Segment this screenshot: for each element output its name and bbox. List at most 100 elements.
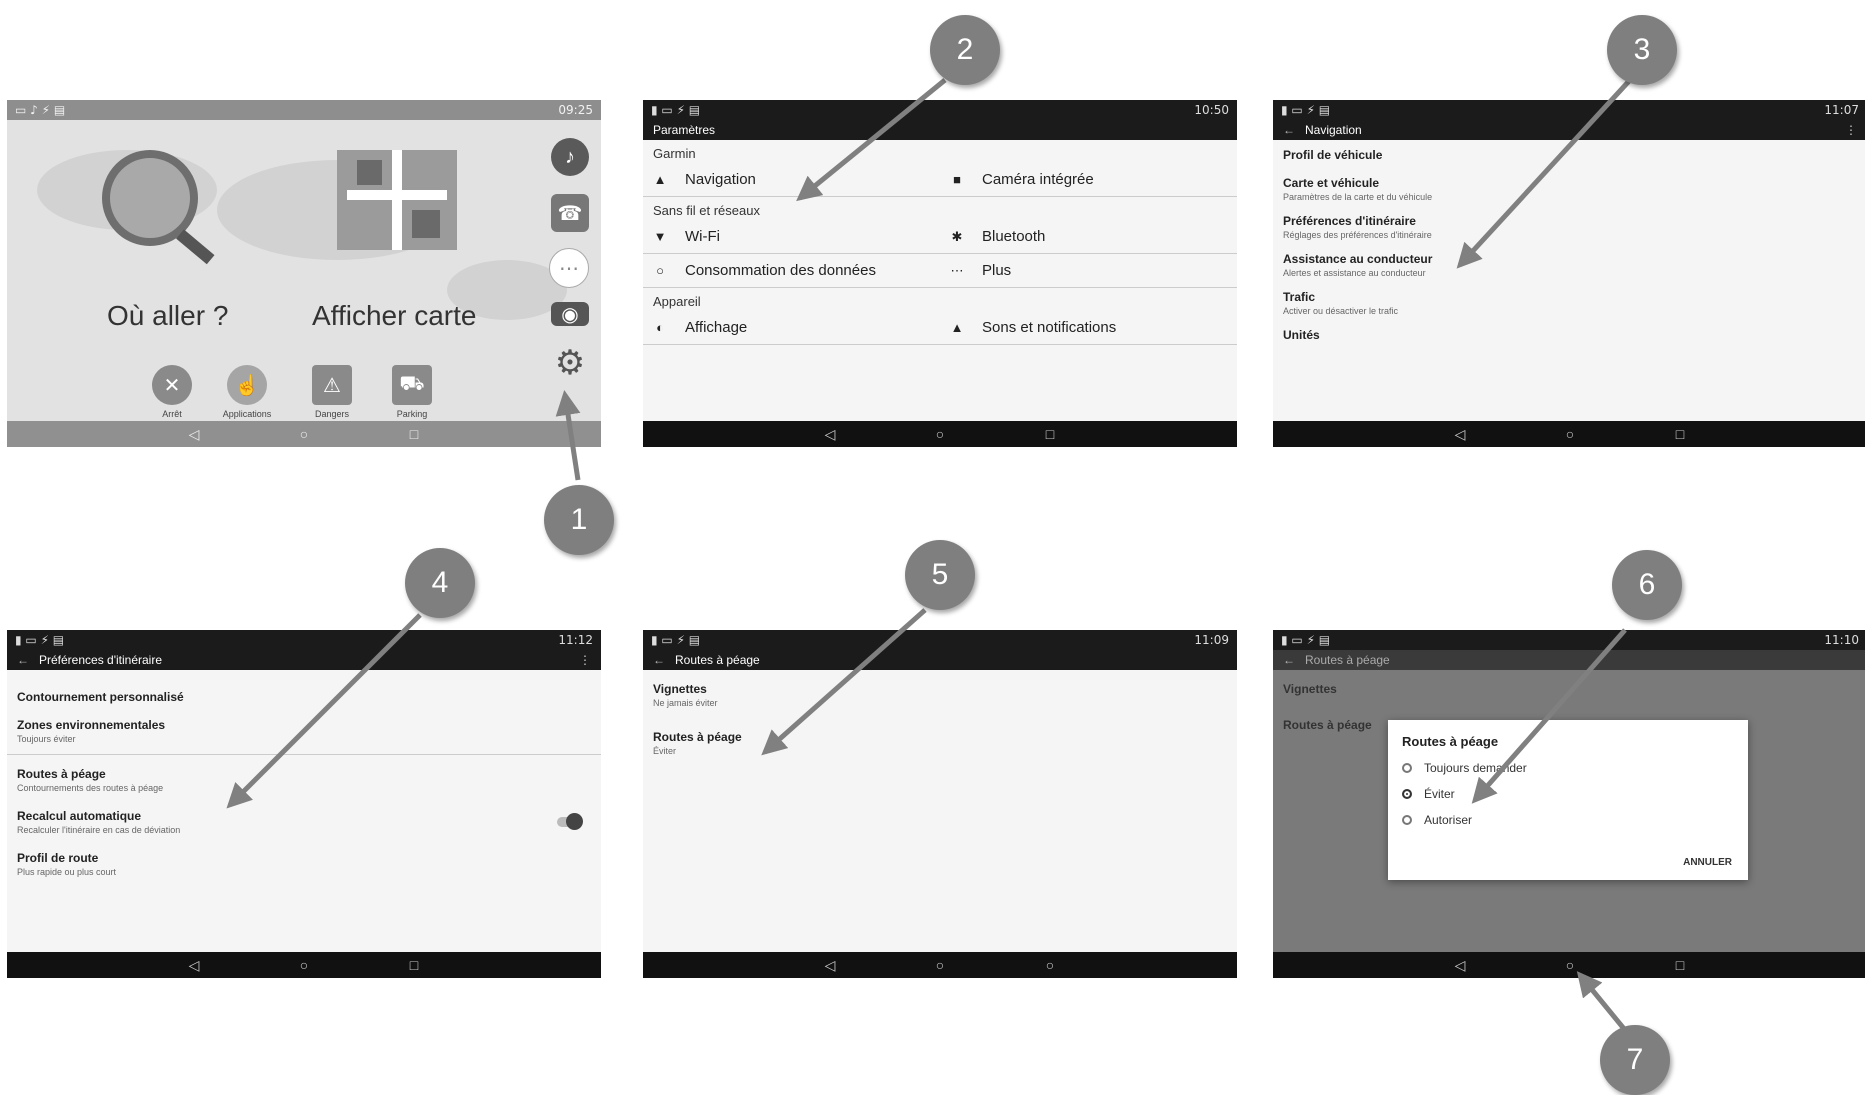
settings-item-bluetooth[interactable]: ✱ Bluetooth bbox=[940, 220, 1237, 253]
page-title: Routes à péage bbox=[1305, 653, 1390, 667]
phone-icon[interactable]: ☎ bbox=[551, 194, 589, 232]
settings-item-navigation[interactable]: ▲ Navigation bbox=[643, 163, 940, 196]
pref-item-toll-roads[interactable]: Routes à péage Contournements des routes … bbox=[7, 755, 601, 797]
notification-icons: ▮ ▭ ⚡ ▤ bbox=[1281, 103, 1331, 117]
settings-item-sounds[interactable]: ▲ Sons et notifications bbox=[940, 311, 1237, 344]
recent-apps-icon[interactable]: □ bbox=[404, 957, 424, 973]
recent-apps-icon[interactable]: □ bbox=[1670, 426, 1690, 442]
section-device: Appareil bbox=[653, 294, 701, 309]
home-icon[interactable]: ○ bbox=[1560, 957, 1580, 973]
data-usage-icon: ○ bbox=[656, 263, 664, 278]
action-bar: ← Navigation ⋮ bbox=[1273, 120, 1865, 140]
status-time: 11:09 bbox=[1194, 633, 1229, 647]
home-icon[interactable]: ○ bbox=[930, 957, 950, 973]
system-nav-bar: ◁ ○ □ bbox=[1273, 952, 1865, 978]
radio-icon bbox=[1402, 763, 1412, 773]
auto-recalc-toggle[interactable] bbox=[557, 813, 583, 830]
status-bar: ▮ ▭ ⚡ ▤ 11:09 bbox=[643, 630, 1237, 650]
back-icon[interactable]: ◁ bbox=[1450, 426, 1470, 443]
status-time: 11:12 bbox=[558, 633, 593, 647]
display-icon: ◐ bbox=[656, 320, 664, 335]
warning-icon: ⚠ bbox=[312, 365, 352, 405]
app-stop[interactable]: ✕ Arrêt bbox=[137, 365, 207, 419]
back-icon[interactable]: ◁ bbox=[820, 426, 840, 443]
home-icon[interactable]: ○ bbox=[930, 426, 950, 442]
status-time: 11:10 bbox=[1824, 633, 1859, 647]
pref-item-vignettes: Vignettes bbox=[1283, 682, 1337, 696]
action-bar: ← Routes à péage bbox=[1273, 650, 1865, 670]
hand-icon: ☝ bbox=[227, 365, 267, 405]
action-bar: ← Préférences d'itinéraire ⋮ bbox=[7, 650, 601, 670]
settings-row: ◐ Affichage ▲ Sons et notifications bbox=[643, 311, 1237, 345]
overflow-menu-icon[interactable]: ⋮ bbox=[1845, 123, 1857, 137]
action-bar: Paramètres bbox=[643, 120, 1237, 140]
home-icon[interactable]: ○ bbox=[1560, 426, 1580, 442]
pref-item-vignettes[interactable]: Vignettes Ne jamais éviter bbox=[643, 670, 1237, 712]
recent-apps-icon[interactable]: □ bbox=[1670, 957, 1690, 973]
apps-icon[interactable]: ⋯ bbox=[549, 248, 589, 288]
cancel-button[interactable]: ANNULER bbox=[1683, 857, 1732, 868]
overflow-menu-icon[interactable]: ⋮ bbox=[579, 653, 591, 667]
option-always-ask[interactable]: Toujours demander bbox=[1388, 755, 1748, 781]
arrow-7 bbox=[1576, 971, 1627, 1032]
option-allow[interactable]: Autoriser bbox=[1388, 807, 1748, 833]
back-arrow-icon[interactable]: ← bbox=[653, 653, 665, 667]
status-bar: ▮ ▭ ⚡ ▤ 11:12 bbox=[7, 630, 601, 650]
back-icon[interactable]: ◁ bbox=[1450, 957, 1470, 974]
pref-item[interactable]: Contournement personnalisé bbox=[7, 670, 601, 710]
back-icon[interactable]: ◁ bbox=[184, 426, 204, 443]
home-icon[interactable]: ○ bbox=[294, 426, 314, 442]
pref-item[interactable]: Profil de véhicule bbox=[1273, 140, 1865, 168]
map-icon[interactable] bbox=[337, 150, 457, 250]
settings-item-display[interactable]: ◐ Affichage bbox=[643, 311, 940, 344]
app-parking[interactable]: ⛟ Parking bbox=[377, 365, 447, 419]
action-bar: ← Routes à péage bbox=[643, 650, 1237, 670]
back-arrow-icon[interactable]: ← bbox=[1283, 123, 1295, 137]
recent-apps-icon[interactable]: □ bbox=[1040, 426, 1060, 442]
screen-route-preferences: ▮ ▭ ⚡ ▤ 11:12 ← Préférences d'itinéraire… bbox=[7, 630, 601, 978]
pref-item-auto-recalc[interactable]: Recalcul automatique Recalculer l'itinéra… bbox=[7, 797, 601, 839]
wifi-icon: ▼ bbox=[653, 229, 667, 244]
pref-item-toll-roads[interactable]: Routes à péage Éviter bbox=[643, 712, 1237, 760]
callout-4: 4 bbox=[405, 548, 475, 618]
settings-item-camera[interactable]: ■ Caméra intégrée bbox=[940, 163, 1237, 196]
toll-prefs-list: Vignettes Ne jamais éviter Routes à péage… bbox=[643, 670, 1237, 952]
search-magnifier-icon[interactable] bbox=[102, 150, 215, 265]
show-map-button[interactable]: Afficher carte bbox=[312, 300, 476, 332]
app-applications[interactable]: ☝ Applications bbox=[212, 365, 282, 419]
section-wireless: Sans fil et réseaux bbox=[653, 203, 760, 218]
settings-item-wifi[interactable]: ▼ Wi-Fi bbox=[643, 220, 940, 253]
settings-row: ○ Consommation des données ⋯ Plus bbox=[643, 254, 1237, 288]
recent-apps-icon[interactable]: ○ bbox=[1040, 957, 1060, 973]
pref-item[interactable]: Carte et véhicule Paramètres de la carte … bbox=[1273, 168, 1865, 206]
music-icon[interactable]: ♪ bbox=[551, 138, 589, 176]
section-garmin: Garmin bbox=[653, 146, 696, 161]
option-avoid[interactable]: Éviter bbox=[1388, 781, 1748, 807]
pref-item[interactable]: Unités bbox=[1273, 320, 1865, 348]
notification-icons: ▮ ▭ ⚡ ▤ bbox=[651, 103, 701, 117]
status-time: 11:07 bbox=[1824, 103, 1859, 117]
where-to-button[interactable]: Où aller ? bbox=[107, 300, 228, 332]
pref-item-route-preferences[interactable]: Préférences d'itinéraire Réglages des pré… bbox=[1273, 206, 1865, 244]
pref-item[interactable]: Profil de route Plus rapide ou plus court bbox=[7, 839, 601, 881]
back-arrow-icon[interactable]: ← bbox=[17, 653, 29, 667]
settings-item-data-usage[interactable]: ○ Consommation des données bbox=[643, 254, 940, 287]
pref-item[interactable]: Assistance au conducteur Alertes et assis… bbox=[1273, 244, 1865, 282]
notification-icons: ▭ ♪ ⚡ ▤ bbox=[15, 103, 66, 117]
navigation-icon: ▲ bbox=[653, 172, 667, 187]
recent-apps-icon[interactable]: □ bbox=[404, 426, 424, 442]
pref-item[interactable]: Trafic Activer ou désactiver le trafic bbox=[1273, 282, 1865, 320]
settings-item-more[interactable]: ⋯ Plus bbox=[940, 254, 1237, 287]
home-icon[interactable]: ○ bbox=[294, 957, 314, 973]
pref-item[interactable]: Zones environnementales Toujours éviter bbox=[7, 710, 601, 755]
app-dangers[interactable]: ⚠ Dangers bbox=[297, 365, 367, 419]
camera-icon[interactable]: ◉ bbox=[551, 302, 589, 326]
radio-icon bbox=[1402, 815, 1412, 825]
system-nav-bar: ◁ ○ □ bbox=[1273, 421, 1865, 447]
callout-2: 2 bbox=[930, 15, 1000, 85]
settings-gear-icon[interactable]: ⚙ bbox=[551, 344, 589, 382]
back-icon[interactable]: ◁ bbox=[820, 957, 840, 974]
back-arrow-icon[interactable]: ← bbox=[1283, 653, 1295, 667]
map-background: Où aller ? Afficher carte ✕ Arrêt ☝ Appl… bbox=[7, 120, 601, 421]
back-icon[interactable]: ◁ bbox=[184, 957, 204, 974]
